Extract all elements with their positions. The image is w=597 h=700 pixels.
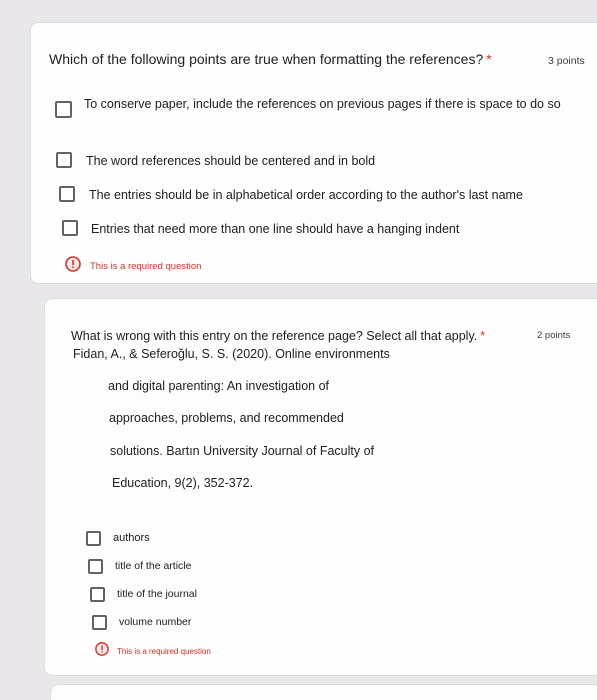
checkbox-option-conserve-paper[interactable]: To conserve paper, include the reference… [55,95,575,118]
required-error-message: This is a required question [65,256,201,277]
checkbox[interactable] [92,615,107,630]
option-label: title of the journal [117,588,197,600]
question-title: Which of the following points are true w… [49,51,492,67]
required-asterisk: * [480,329,486,343]
checkbox-option-hanging-indent[interactable]: Entries that need more than one line sho… [62,220,459,238]
required-asterisk: * [486,51,492,67]
checkbox[interactable] [55,101,72,118]
option-label: To conserve paper, include the reference… [84,97,561,111]
checkbox[interactable] [86,531,101,546]
checkbox-option-alphabetical-order[interactable]: The entries should be in alphabetical or… [59,186,523,204]
option-label: The word references should be centered a… [86,154,376,168]
error-circle-icon [65,256,81,277]
error-circle-icon [95,642,109,661]
option-label: Entries that need more than one line sho… [91,222,460,236]
points-label: 3 points [548,55,585,67]
required-error-message: This is a required question [95,642,211,661]
points-label: 2 points [537,330,571,341]
option-label: authors [113,532,150,544]
reference-entry-line: Fidan, A., & Seferoğlu, S. S. (2020). On… [73,347,390,361]
checkbox-option-volume-number[interactable]: volume number [92,615,191,630]
checkbox-option-centered-bold[interactable]: The word references should be centered a… [56,152,375,170]
option-label: The entries should be in alphabetical or… [89,188,523,202]
reference-entry-line: solutions. Bartın University Journal of … [110,444,375,458]
checkbox[interactable] [90,587,105,602]
checkbox[interactable] [88,559,103,574]
checkbox-option-title-of-article[interactable]: title of the article [88,559,191,574]
question-card-reference-entry: What is wrong with this entry on the ref… [44,298,597,676]
reference-entry-line: and digital parenting: An investigation … [108,379,329,393]
checkbox[interactable] [62,220,78,236]
reference-entry-line: Education, 9(2), 352-372. [112,476,254,490]
question-title: What is wrong with this entry on the ref… [71,329,486,343]
checkbox-option-authors[interactable]: authors [86,531,150,547]
error-text: This is a required question [90,261,202,272]
question-card-next [50,684,597,700]
error-text: This is a required question [117,647,211,656]
option-label: volume number [119,616,192,628]
checkbox[interactable] [59,186,75,202]
checkbox[interactable] [56,152,72,168]
option-label: title of the article [115,560,192,572]
checkbox-option-title-of-journal[interactable]: title of the journal [90,587,197,602]
question-card-references-formatting: Which of the following points are true w… [30,22,597,284]
reference-entry-line: approaches, problems, and recommended [109,411,344,425]
